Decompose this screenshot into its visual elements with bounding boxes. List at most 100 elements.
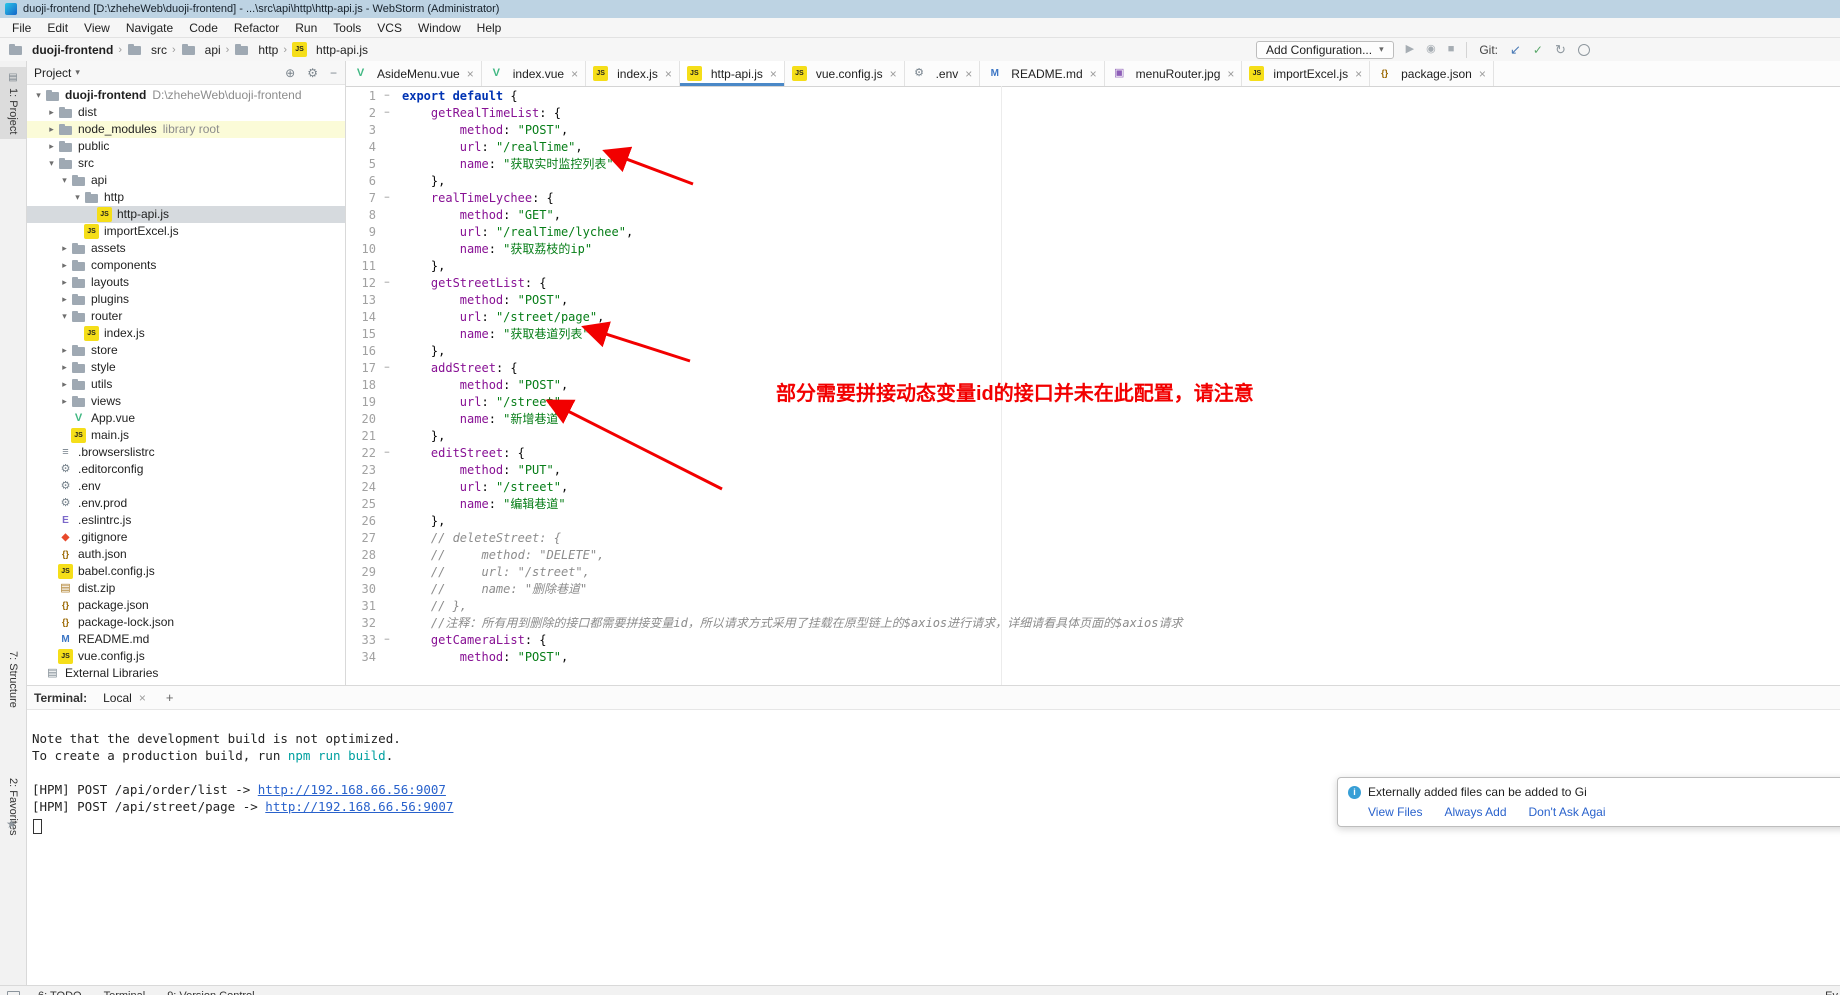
- tree-item-views[interactable]: ▸views: [26, 393, 345, 410]
- terminal-tab-local[interactable]: Local ×: [97, 690, 152, 706]
- tree-item-auth-json[interactable]: {}auth.json: [26, 546, 345, 563]
- close-icon[interactable]: ×: [571, 68, 578, 80]
- favorites-star-icon[interactable]: ★: [6, 817, 17, 831]
- tree-item-http-api-js[interactable]: JShttp-api.js: [26, 206, 345, 223]
- tree-item-plugins[interactable]: ▸plugins: [26, 291, 345, 308]
- clock-icon[interactable]: [1578, 44, 1590, 56]
- tree-item-dist-zip[interactable]: ▤dist.zip: [26, 580, 345, 597]
- chevron-right-icon[interactable]: ▸: [58, 240, 71, 257]
- tree-item-package-json[interactable]: {}package.json: [26, 597, 345, 614]
- tree-item-src[interactable]: ▾src: [26, 155, 345, 172]
- close-icon[interactable]: ×: [139, 692, 146, 704]
- status-terminal[interactable]: Terminal: [104, 990, 146, 995]
- breadcrumb-src[interactable]: src: [127, 42, 167, 57]
- fold-icon[interactable]: −: [380, 632, 394, 649]
- chevron-right-icon[interactable]: ▸: [58, 257, 71, 274]
- close-icon[interactable]: ×: [1227, 68, 1234, 80]
- toolwindow-switcher-icon[interactable]: [7, 991, 20, 995]
- tree-item-eslintrc-js[interactable]: E.eslintrc.js: [26, 512, 345, 529]
- tree-item-index-js[interactable]: JSindex.js: [26, 325, 345, 342]
- close-icon[interactable]: ×: [965, 68, 972, 80]
- chevron-down-icon[interactable]: ▾: [58, 172, 71, 189]
- breadcrumb-http-api-js[interactable]: JShttp-api.js: [292, 42, 368, 57]
- hide-panel-icon[interactable]: −: [330, 66, 337, 80]
- chevron-down-icon[interactable]: ▾: [75, 67, 80, 78]
- chevron-down-icon[interactable]: ▾: [32, 87, 45, 104]
- tree-item-readme-md[interactable]: MREADME.md: [26, 631, 345, 648]
- menu-edit[interactable]: Edit: [39, 20, 76, 36]
- tree-item-http[interactable]: ▾http: [26, 189, 345, 206]
- tree-item-package-lock-json[interactable]: {}package-lock.json: [26, 614, 345, 631]
- status-6-todo[interactable]: 6: TODO: [38, 990, 82, 995]
- menu-help[interactable]: Help: [469, 20, 510, 36]
- close-icon[interactable]: ×: [1090, 68, 1097, 80]
- fold-icon[interactable]: −: [380, 105, 394, 122]
- event-log-label[interactable]: Ev: [1825, 990, 1838, 995]
- terminal-cursor[interactable]: [33, 819, 42, 834]
- tree-item-store[interactable]: ▸store: [26, 342, 345, 359]
- debug-icon[interactable]: ◉: [1426, 44, 1436, 55]
- tab-package-json[interactable]: {}package.json×: [1370, 61, 1494, 86]
- close-icon[interactable]: ×: [1355, 68, 1362, 80]
- fold-icon[interactable]: −: [380, 275, 394, 292]
- menu-file[interactable]: File: [4, 20, 39, 36]
- notification-action-view-files[interactable]: View Files: [1368, 805, 1422, 819]
- tree-item-importexcel-js[interactable]: JSimportExcel.js: [26, 223, 345, 240]
- chevron-right-icon[interactable]: ▸: [45, 104, 58, 121]
- run-icon[interactable]: ▶: [1406, 44, 1414, 55]
- close-icon[interactable]: ×: [1479, 68, 1486, 80]
- menu-vcs[interactable]: VCS: [369, 20, 410, 36]
- tree-item-api[interactable]: ▾api: [26, 172, 345, 189]
- chevron-right-icon[interactable]: ▸: [45, 138, 58, 155]
- tree-item-babel-config-js[interactable]: JSbabel.config.js: [26, 563, 345, 580]
- chevron-right-icon[interactable]: ▸: [45, 121, 58, 138]
- code-editor[interactable]: 1−export default {2− getRealTimeList: {3…: [346, 86, 1840, 685]
- tree-item-duoji-frontend[interactable]: ▾duoji-frontendD:\zheheWeb\duoji-fronten…: [26, 87, 345, 104]
- chevron-right-icon[interactable]: ▸: [58, 393, 71, 410]
- menu-view[interactable]: View: [76, 20, 118, 36]
- tree-item-main-js[interactable]: JSmain.js: [26, 427, 345, 444]
- tab-env[interactable]: ⚙.env×: [905, 61, 981, 86]
- toolwindow-project-button[interactable]: ▤ 1: Project: [0, 67, 26, 139]
- terminal-link[interactable]: http://192.168.66.56:9007: [258, 782, 446, 797]
- tree-item-components[interactable]: ▸components: [26, 257, 345, 274]
- fold-icon[interactable]: −: [380, 88, 394, 105]
- git-commit-icon[interactable]: ✓: [1533, 44, 1543, 56]
- notification-action-always-add[interactable]: Always Add: [1444, 805, 1506, 819]
- fold-icon[interactable]: −: [380, 360, 394, 377]
- tree-item-router[interactable]: ▾router: [26, 308, 345, 325]
- tree-item-gitignore[interactable]: ◆.gitignore: [26, 529, 345, 546]
- tree-item-dist[interactable]: ▸dist: [26, 104, 345, 121]
- git-update-icon[interactable]: ↙: [1510, 43, 1521, 56]
- close-icon[interactable]: ×: [770, 68, 777, 80]
- chevron-right-icon[interactable]: ▸: [58, 274, 71, 291]
- menu-run[interactable]: Run: [287, 20, 325, 36]
- tree-item-assets[interactable]: ▸assets: [26, 240, 345, 257]
- chevron-down-icon[interactable]: ▾: [45, 155, 58, 172]
- tab-importexcel-js[interactable]: JSimportExcel.js×: [1242, 61, 1370, 86]
- gear-icon[interactable]: ⚙: [307, 66, 318, 80]
- chevron-right-icon[interactable]: ▸: [58, 376, 71, 393]
- chevron-right-icon[interactable]: ▸: [58, 291, 71, 308]
- stop-icon[interactable]: ■: [1448, 44, 1455, 55]
- close-icon[interactable]: ×: [467, 68, 474, 80]
- tree-item-public[interactable]: ▸public: [26, 138, 345, 155]
- tab-readme-md[interactable]: MREADME.md×: [980, 61, 1104, 86]
- tree-item-env[interactable]: ⚙.env: [26, 478, 345, 495]
- breadcrumb-duoji-frontend[interactable]: duoji-frontend: [8, 42, 113, 57]
- tab-asidemenu-vue[interactable]: VAsideMenu.vue×: [346, 61, 482, 86]
- tree-item-node-modules[interactable]: ▸node_moduleslibrary root: [26, 121, 345, 138]
- close-icon[interactable]: ×: [890, 68, 897, 80]
- menu-refactor[interactable]: Refactor: [226, 20, 287, 36]
- tree-item-app-vue[interactable]: VApp.vue: [26, 410, 345, 427]
- tab-vue-config-js[interactable]: JSvue.config.js×: [785, 61, 905, 86]
- chevron-down-icon[interactable]: ▾: [71, 189, 84, 206]
- tab-menurouter-jpg[interactable]: ▣menuRouter.jpg×: [1105, 61, 1243, 86]
- chevron-right-icon[interactable]: ▸: [58, 342, 71, 359]
- locate-icon[interactable]: ⊕: [285, 66, 295, 80]
- tab-index-vue[interactable]: Vindex.vue×: [482, 61, 586, 86]
- status-9-version-control[interactable]: 9: Version Control: [167, 990, 254, 995]
- history-icon[interactable]: ↻: [1555, 43, 1566, 56]
- tree-item-vue-config-js[interactable]: JSvue.config.js: [26, 648, 345, 665]
- tree-item-browserslistrc[interactable]: ≡.browserslistrc: [26, 444, 345, 461]
